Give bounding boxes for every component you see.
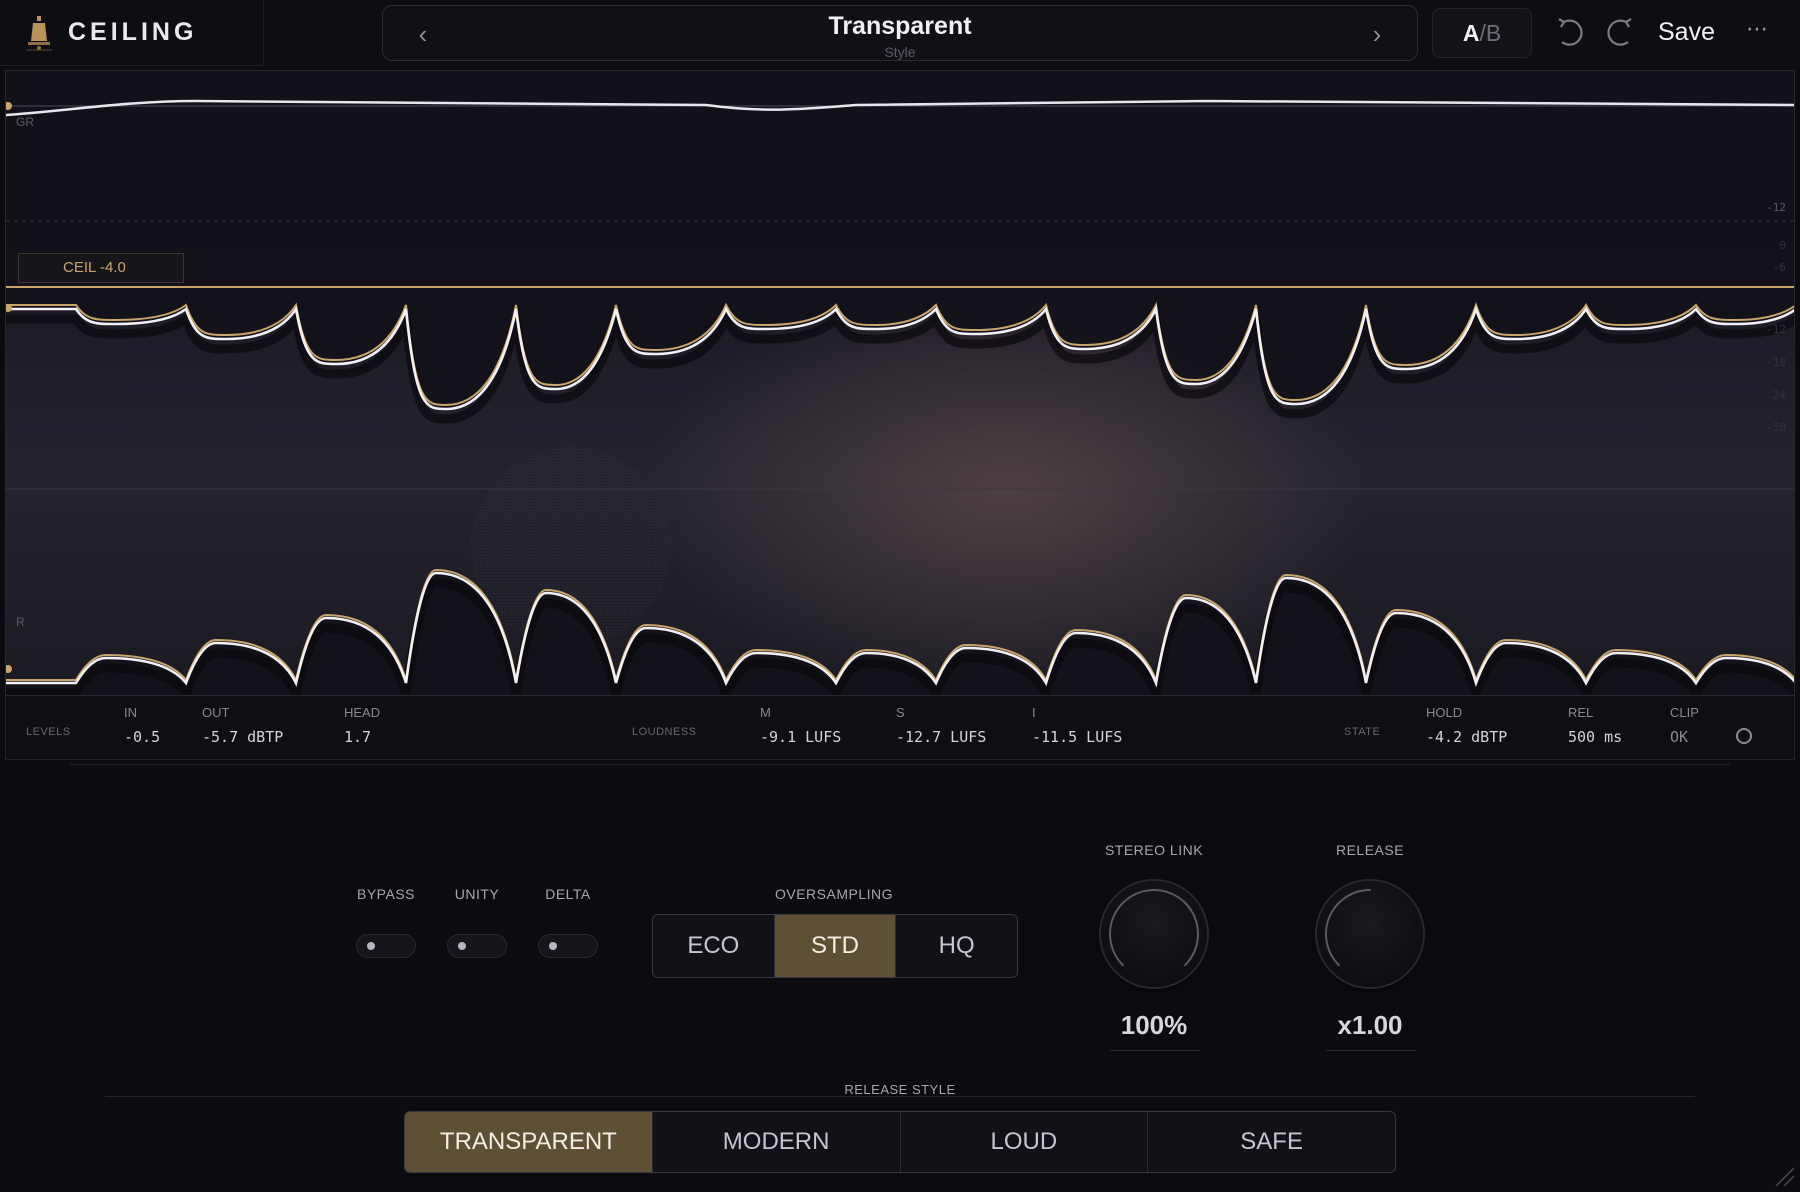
release-style-loud-button[interactable]: LOUD <box>901 1112 1149 1172</box>
head-value: 1.7 <box>344 728 372 746</box>
right-channel-label: R <box>16 615 25 629</box>
in-label: IN <box>124 705 137 720</box>
more-options-icon[interactable]: ⋯ <box>1742 14 1772 50</box>
release-style-transparent-button[interactable]: TRANSPARENT <box>405 1112 653 1172</box>
upper-channel-fill <box>6 71 1794 409</box>
clip-reset-button[interactable] <box>1736 728 1752 744</box>
out-label: OUT <box>202 705 230 720</box>
ab-compare-button[interactable]: A / B <box>1432 8 1532 58</box>
levels-strip: LEVELS IN -0.5 OUT -5.7 dBTP HEAD 1.7 LO… <box>5 696 1795 760</box>
out-value: -5.7 dBTP <box>202 728 284 746</box>
underline <box>1326 1050 1416 1051</box>
hold-label: HOLD <box>1426 705 1463 720</box>
bypass-toggle[interactable] <box>356 934 416 958</box>
unity-toggle[interactable] <box>447 934 507 958</box>
knob-arc-icon <box>1325 889 1371 967</box>
ab-b-label: B <box>1485 19 1502 46</box>
ceiling-tag[interactable]: CEIL -4.0 <box>18 253 184 283</box>
waveform-display: GR R -12 0 -6 -12 -18 -24 -30 CEIL -4.0 <box>5 70 1795 696</box>
release-style-label: RELEASE STYLE <box>844 1082 956 1097</box>
save-button[interactable]: Save <box>1658 14 1715 50</box>
release-value: x1.00 <box>1337 1010 1403 1040</box>
scale-label: -6 <box>1772 261 1786 274</box>
release-label: RELEASE <box>1335 842 1405 858</box>
app-name: CEILING <box>68 18 198 46</box>
brand: CEILING <box>0 0 264 66</box>
stereo-link-label: STEREO LINK <box>1104 842 1204 858</box>
oversampling-label: OVERSAMPLING <box>774 886 894 902</box>
stereo-link-knob[interactable] <box>1101 881 1207 987</box>
scale-label: -24 <box>1766 389 1786 402</box>
toggle-dot <box>367 942 375 950</box>
header-bar: CEILING ‹ Transparent Style › A / B Save ⋯ <box>0 0 1800 66</box>
loudness-section-label: LOUDNESS <box>632 726 697 738</box>
preset-subtitle: Style <box>884 44 916 60</box>
toggle-dot <box>458 942 466 950</box>
bell-logo-icon <box>26 15 52 50</box>
divider <box>70 764 1730 765</box>
unity-label: UNITY <box>454 886 500 902</box>
delta-toggle[interactable] <box>538 934 598 958</box>
ab-a-label: A <box>1462 19 1480 46</box>
preset-next-button[interactable]: › <box>1359 16 1395 52</box>
delta-label: DELTA <box>545 886 591 902</box>
clip-value: OK <box>1670 728 1689 746</box>
oversampling-hq-button[interactable]: HQ <box>896 915 1017 977</box>
scale-label: -18 <box>1766 356 1786 369</box>
clip-label: CLIP <box>1670 705 1699 720</box>
scale-label: -12 <box>1766 323 1786 336</box>
m-label: M <box>760 705 771 720</box>
preset-selector[interactable]: ‹ Transparent Style › <box>382 5 1418 61</box>
scale-label: 0 <box>1779 239 1786 252</box>
release-knob[interactable] <box>1317 881 1423 987</box>
in-value: -0.5 <box>124 728 161 746</box>
release-style-selector: TRANSPARENT MODERN LOUD SAFE <box>404 1111 1396 1173</box>
lower-channel-fill <box>6 573 1794 695</box>
head-label: HEAD <box>344 705 381 720</box>
scale-label: -30 <box>1766 421 1786 434</box>
s-label: S <box>896 705 905 720</box>
redo-icon[interactable] <box>1602 14 1638 50</box>
hold-value: -4.2 dBTP <box>1426 728 1508 746</box>
rel-value: 500 ms <box>1568 728 1623 746</box>
bypass-label: BYPASS <box>357 886 415 902</box>
i-value: -11.5 LUFS <box>1032 728 1123 746</box>
gr-label: GR <box>16 115 34 129</box>
knob-arc-icon <box>1109 889 1199 967</box>
m-value: -9.1 LUFS <box>760 728 842 746</box>
stereo-link-value: 100% <box>1120 1010 1188 1040</box>
oversampling-selector: ECO STD HQ <box>652 914 1018 978</box>
waveform-graph <box>6 71 1794 695</box>
s-value: -12.7 LUFS <box>896 728 987 746</box>
preset-name: Transparent <box>828 12 972 40</box>
divider <box>105 1096 1695 1097</box>
levels-section-label: LEVELS <box>26 726 71 738</box>
release-style-modern-button[interactable]: MODERN <box>653 1112 901 1172</box>
underline <box>1110 1050 1200 1051</box>
toggle-dot <box>549 942 557 950</box>
state-section-label: STATE <box>1344 726 1381 738</box>
gain-handle[interactable] <box>6 665 12 673</box>
release-style-safe-button[interactable]: SAFE <box>1148 1112 1395 1172</box>
undo-icon[interactable] <box>1552 14 1588 50</box>
resize-grip-icon[interactable] <box>1770 1162 1796 1188</box>
scale-label: -12 <box>1766 201 1786 214</box>
oversampling-std-button[interactable]: STD <box>774 915 897 977</box>
rel-label: REL <box>1568 705 1594 720</box>
oversampling-eco-button[interactable]: ECO <box>653 915 775 977</box>
i-label: I <box>1032 705 1036 720</box>
